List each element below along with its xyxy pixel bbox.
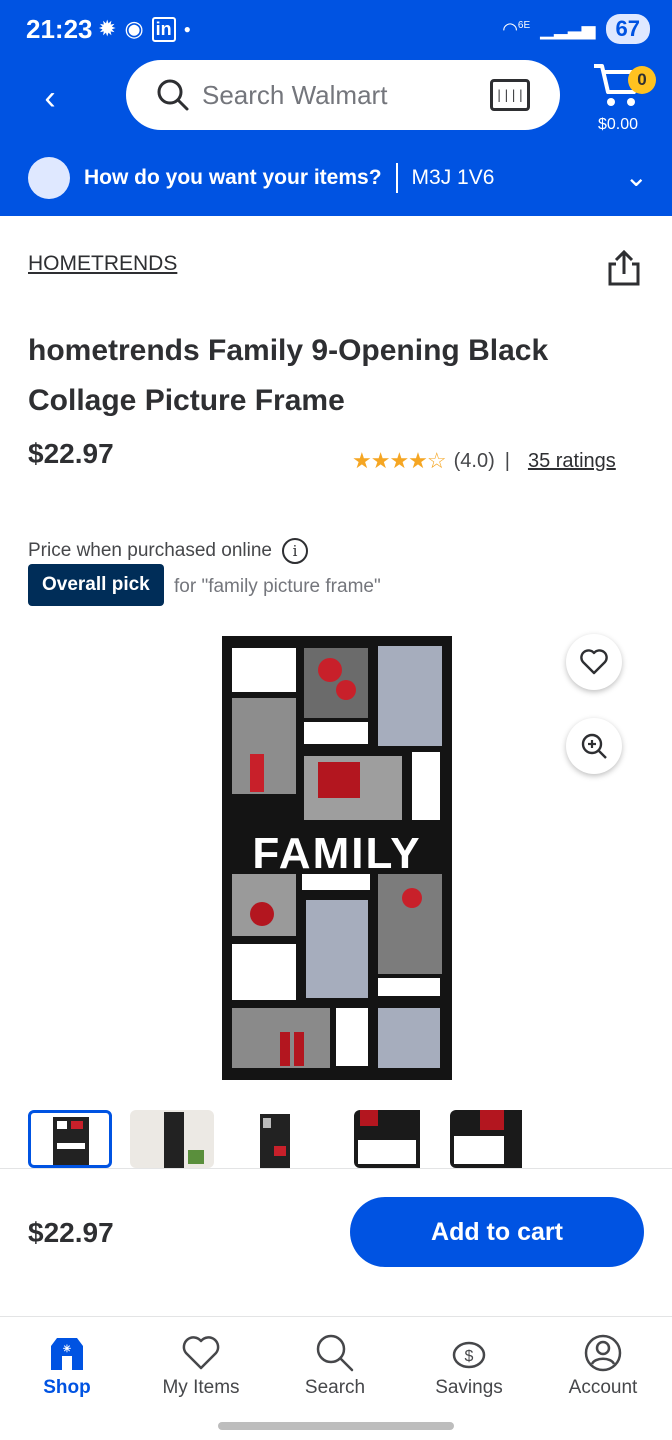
product-image[interactable]: FAMILY — [222, 636, 452, 1080]
nav-savings[interactable]: $ Savings — [414, 1329, 524, 1399]
nav-shop[interactable]: ✳ Shop — [12, 1329, 122, 1399]
price-note-text: Price when purchased online — [28, 540, 272, 561]
messenger-icon: ◉ — [124, 16, 144, 41]
ratings-link[interactable]: 35 ratings — [528, 450, 616, 473]
wifi-icon: ◠6E — [502, 18, 531, 39]
delivery-question: How do you want your items? — [84, 166, 382, 189]
signal-icon: ▁▂▃▅ — [540, 18, 596, 39]
nav-my-items[interactable]: My Items — [146, 1329, 256, 1399]
divider — [395, 163, 398, 193]
nav-label: Savings — [435, 1377, 503, 1398]
gear-icon: ✹ — [98, 16, 117, 41]
status-bar: 21:23 ✹ ◉ in ● ◠6E ▁▂▃▅ 67 — [0, 0, 672, 60]
nav-label: Search — [304, 1377, 366, 1398]
postal-code: M3J 1V6 — [411, 166, 495, 189]
account-icon — [584, 1334, 622, 1372]
thumbnail-image — [354, 1110, 420, 1168]
linkedin-icon: in — [151, 16, 176, 42]
battery-indicator: 67 — [605, 14, 650, 44]
notification-icons: ✹ ◉ in ● — [98, 16, 191, 42]
rating-summary[interactable]: ★★★★☆ (4.0) | 35 ratings — [352, 448, 616, 474]
zoom-button[interactable] — [566, 718, 622, 774]
search-icon — [157, 79, 189, 111]
gesture-bar[interactable] — [218, 1422, 454, 1430]
system-icons: ◠6E ▁▂▃▅ 67 — [502, 14, 650, 44]
cart-count-badge: 0 — [628, 66, 656, 94]
badge-context: for "family picture frame" — [174, 576, 381, 597]
brand-link[interactable]: HOMETRENDS — [28, 252, 177, 276]
thumbnail-strip — [28, 1110, 648, 1168]
cart-button[interactable]: 0 $0.00 — [592, 60, 656, 138]
status-time: 21:23 — [26, 14, 93, 44]
info-icon[interactable]: i — [282, 538, 308, 564]
thumbnail-image — [450, 1110, 522, 1168]
cart-total: $0.00 — [598, 116, 639, 133]
thumbnail-image — [260, 1114, 290, 1168]
search-placeholder: Search Walmart — [202, 79, 388, 110]
sticky-price: $22.97 — [28, 1217, 114, 1248]
nav-label: Account — [568, 1377, 638, 1398]
product-price: $22.97 — [28, 438, 114, 469]
thumbnail-2[interactable] — [130, 1110, 214, 1168]
rating-value: (4.0) — [453, 449, 495, 472]
share-icon[interactable] — [604, 248, 644, 288]
thumbnail-1[interactable] — [28, 1110, 112, 1168]
thumbnail-image — [164, 1112, 204, 1168]
barcode-scan-icon[interactable]: |||| — [490, 79, 530, 111]
price-note: Price when purchased online i — [28, 538, 308, 564]
back-button[interactable]: ‹ — [30, 78, 70, 118]
delivery-selector[interactable]: How do you want your items? M3J 1V6 ⌄ — [0, 140, 672, 216]
delivery-icon — [28, 157, 70, 199]
heart-icon — [580, 649, 608, 675]
piggy-bank-icon: $ — [452, 1341, 486, 1369]
thumbnail-3[interactable] — [240, 1110, 324, 1168]
product-title: hometrends Family 9-Opening Black Collag… — [28, 334, 549, 417]
svg-text:✳: ✳ — [63, 1344, 72, 1355]
overall-pick-badge: Overall pick — [28, 564, 164, 606]
favorite-button[interactable] — [566, 634, 622, 690]
heart-icon — [182, 1336, 220, 1370]
thumbnail-4[interactable] — [354, 1110, 438, 1168]
store-icon: ✳ — [51, 1338, 83, 1370]
nav-label: My Items — [162, 1377, 240, 1398]
star-rating-icon: ★★★★☆ — [352, 448, 447, 473]
chevron-down-icon[interactable]: ⌄ — [625, 160, 648, 193]
search-icon — [316, 1334, 354, 1372]
collage-frame-image: FAMILY — [222, 636, 452, 1080]
family-word: FAMILY — [252, 829, 421, 878]
nav-label: Shop — [43, 1377, 91, 1398]
nav-account[interactable]: Account — [548, 1329, 658, 1399]
add-to-cart-bar: $22.97 Add to cart — [0, 1168, 672, 1316]
thumbnail-image — [53, 1117, 89, 1165]
svg-text:$: $ — [465, 1348, 474, 1365]
dot-icon: ● — [183, 22, 191, 36]
nav-search[interactable]: Search — [280, 1329, 390, 1399]
search-input[interactable]: Search Walmart |||| — [126, 60, 560, 130]
app-header: ‹ Search Walmart |||| 0 $0.00 — [0, 60, 672, 140]
rating-separator: | — [504, 449, 510, 472]
add-to-cart-button[interactable]: Add to cart — [350, 1197, 644, 1267]
thumbnail-5[interactable] — [450, 1110, 534, 1168]
zoom-in-icon — [581, 733, 607, 759]
